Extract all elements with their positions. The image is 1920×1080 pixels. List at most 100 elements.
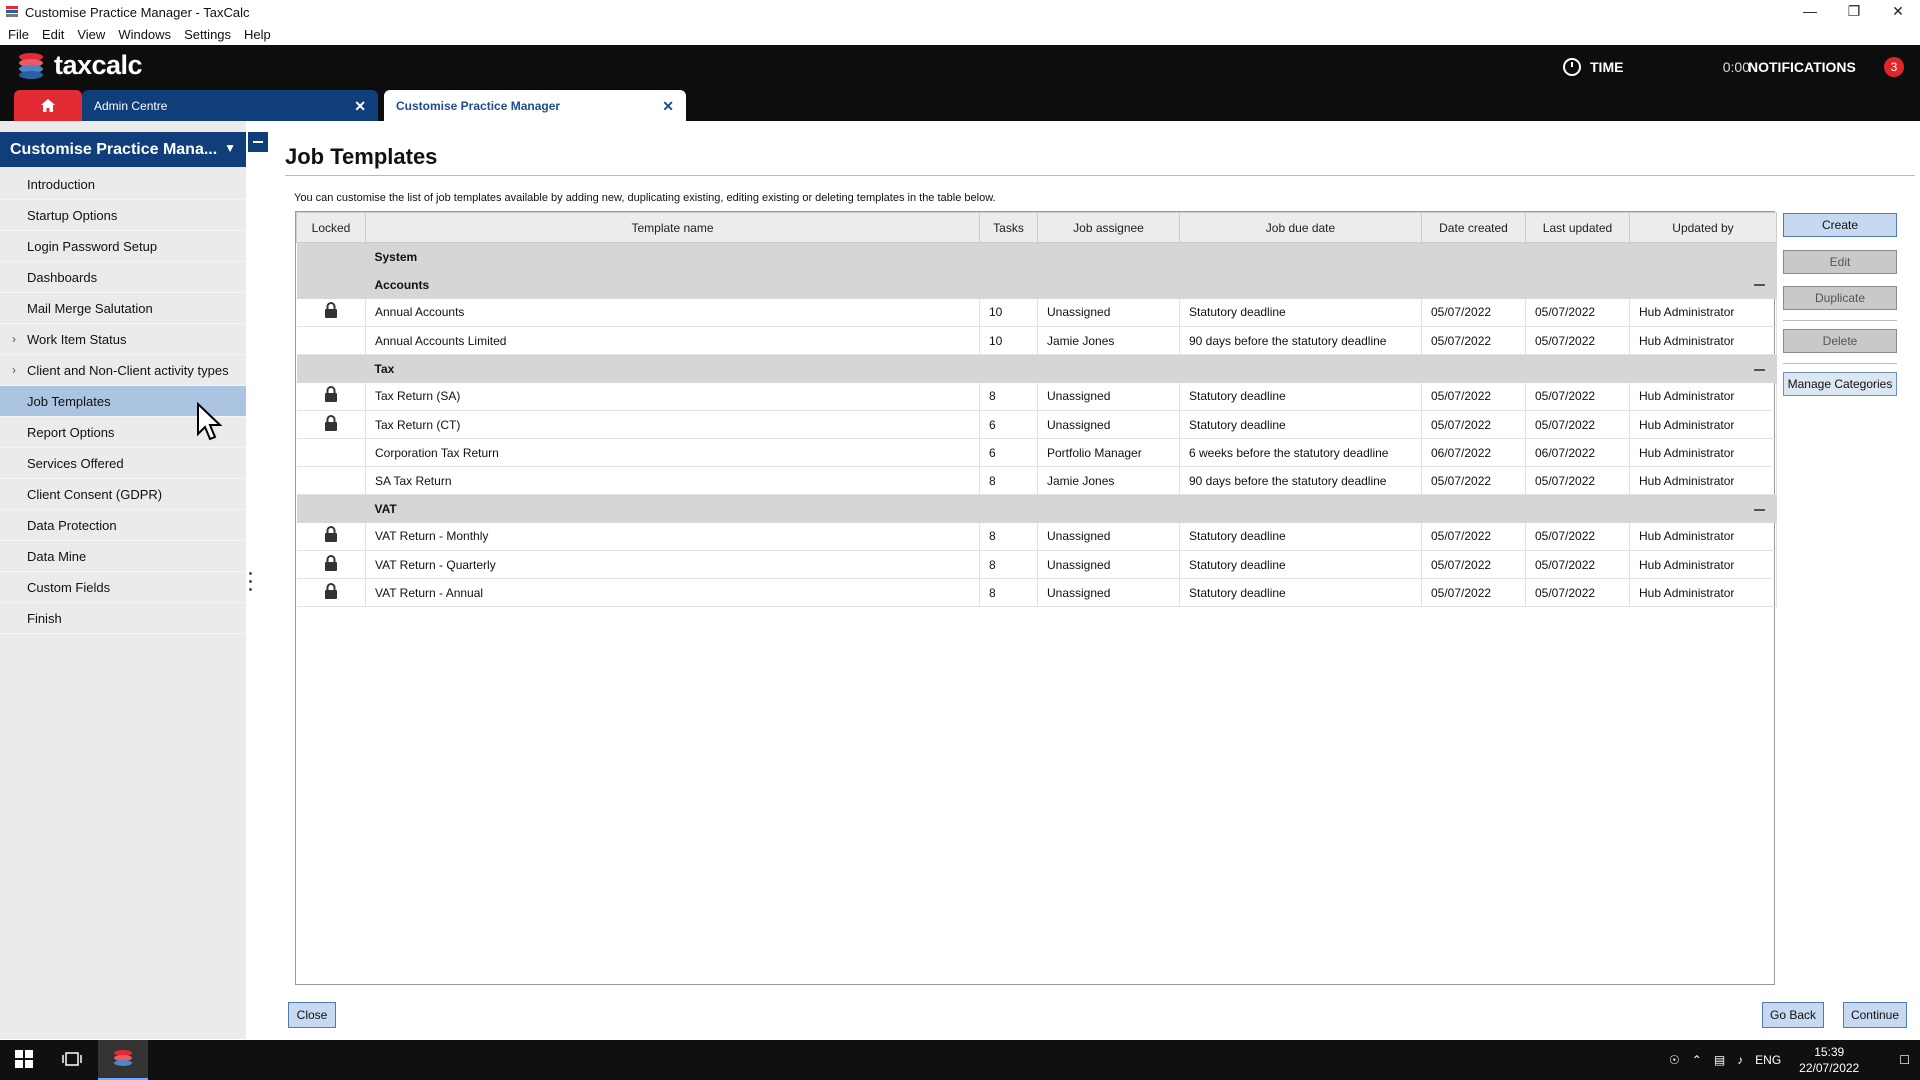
template-name-cell: VAT Return - Monthly [365,522,980,551]
duplicate-button[interactable]: Duplicate [1783,286,1897,310]
sidebar-item-finish[interactable]: Finish [0,603,246,634]
sidebar-title-dropdown[interactable]: Customise Practice Mana... ▼ [0,132,246,167]
table-row[interactable]: VAT Return - Quarterly 8 Unassigned Statuto… [296,550,1777,579]
notifications-badge: 3 [1884,57,1904,77]
sidebar-item-label: Client and Non-Client activity types [27,363,229,378]
taskbar-clock[interactable]: 15:39 22/07/2022 [1799,1044,1859,1076]
table-row[interactable]: Tax Return (CT) 6 Unassigned Statutory dead… [296,410,1777,439]
time-tracker[interactable]: TIME 0:00 [1562,57,1750,77]
table-row[interactable]: Tax Return (SA) 8 Unassigned Statutory dead… [296,382,1777,411]
clock-time: 15:39 [1814,1045,1845,1059]
last-updated-cell: 05/07/2022 [1525,410,1630,439]
language-indicator[interactable]: ENG [1755,1053,1781,1067]
sidebar-item-startup-options[interactable]: Startup Options [0,200,246,231]
sidebar-item-data-protection[interactable]: Data Protection [0,510,246,541]
menu-view[interactable]: View [77,27,105,42]
splitter-handle[interactable] [249,572,253,596]
edit-button[interactable]: Edit [1783,250,1897,274]
tab-close-icon[interactable]: ✕ [354,98,366,115]
table-row[interactable]: Corporation Tax Return 6 Portfolio Manager… [296,438,1777,467]
notification-center-icon[interactable]: ☐ [1899,1053,1910,1067]
sidebar-item-client-and-non-client-activity-types[interactable]: › Client and Non-Client activity types [0,355,246,386]
menu-file[interactable]: File [8,27,29,42]
sidebar-item-mail-merge-salutation[interactable]: Mail Merge Salutation [0,293,246,324]
group-label: Accounts [365,270,1630,299]
column-header-job-assignee[interactable]: Job assignee [1037,212,1180,243]
restore-icon[interactable]: ❐ [1832,0,1876,22]
close-button[interactable]: Close [288,1002,336,1028]
sidebar-item-introduction[interactable]: Introduction [0,169,246,200]
collapse-group-icon[interactable] [1629,270,1777,299]
task-view-icon[interactable] [62,1050,82,1068]
manage-categories-button[interactable]: Manage Categories [1783,372,1897,396]
tab-strip: Admin Centre ✕ Customise Practice Manage… [0,90,1920,121]
sidebar-item-label: Login Password Setup [27,239,158,254]
template-name-cell: Annual Accounts Limited [365,326,980,355]
table-row[interactable]: Annual Accounts Limited 10 Jamie Jones 90 d… [296,326,1777,355]
chevron-right-icon[interactable]: › [12,324,16,355]
network-icon[interactable]: ▤ [1714,1053,1725,1067]
tasks-cell: 6 [979,410,1038,439]
tab-home[interactable] [14,90,82,121]
collapse-group-icon[interactable] [1629,354,1777,383]
sidebar-item-login-password-setup[interactable]: Login Password Setup [0,231,246,262]
table-row[interactable]: VAT Return - Annual 8 Unassigned Statutory … [296,578,1777,607]
sidebar-item-label: Data Mine [27,549,87,564]
menu-edit[interactable]: Edit [42,27,64,42]
menu-help[interactable]: Help [244,27,271,42]
column-header-locked[interactable]: Locked [296,212,366,243]
system-tray: ☉ ⌃ ▤ ♪ ENG 15:39 22/07/2022 ☐ [1657,1040,1910,1080]
column-header-tasks[interactable]: Tasks [979,212,1038,243]
updated-by-cell: Hub Administrator [1629,466,1777,495]
updated-by-cell: Hub Administrator [1629,438,1777,467]
close-window-icon[interactable]: ✕ [1876,0,1920,22]
taskbar-taxcalc-app[interactable] [98,1040,148,1080]
column-header-updated-by[interactable]: Updated by [1629,212,1777,243]
table-row[interactable]: SA Tax Return 8 Jamie Jones 90 days before … [296,466,1777,495]
tab-admin-centre[interactable]: Admin Centre ✕ [82,90,378,121]
sidebar-item-work-item-status[interactable]: › Work Item Status [0,324,246,355]
page-title: Job Templates [285,144,438,169]
go-back-button[interactable]: Go Back [1762,1002,1824,1028]
tab-close-icon[interactable]: ✕ [662,98,674,115]
menu-windows[interactable]: Windows [118,27,171,42]
column-header-date-created[interactable]: Date created [1421,212,1526,243]
time-label: TIME [1590,59,1624,75]
chevron-up-icon[interactable]: ⌃ [1692,1053,1702,1067]
chevron-right-icon[interactable]: › [12,355,16,386]
menu-settings[interactable]: Settings [184,27,231,42]
table-row[interactable]: VAT Return - Monthly 8 Unassigned Statutory… [296,522,1777,551]
group-label: Tax [365,354,1630,383]
sidebar-item-services-offered[interactable]: Services Offered [0,448,246,479]
tab-customise-practice-manager[interactable]: Customise Practice Manager ✕ [384,90,686,121]
table-row[interactable]: Annual Accounts 10 Unassigned Statutory dea… [296,298,1777,327]
sidebar-item-dashboards[interactable]: Dashboards [0,262,246,293]
job-assignee-cell: Portfolio Manager [1037,438,1180,467]
sidebar-item-label: Finish [27,611,62,626]
continue-button[interactable]: Continue [1843,1002,1907,1028]
volume-icon[interactable]: ♪ [1737,1053,1743,1067]
create-button[interactable]: Create [1783,213,1897,237]
delete-button[interactable]: Delete [1783,329,1897,353]
notifications[interactable]: NOTIFICATIONS 3 [1748,57,1904,77]
collapse-group-icon[interactable] [1629,494,1777,523]
locked-cell [296,550,366,579]
column-header-last-updated[interactable]: Last updated [1525,212,1630,243]
lock-icon [324,302,338,322]
sidebar-collapse-button[interactable] [248,132,268,152]
sidebar-item-custom-fields[interactable]: Custom Fields [0,572,246,603]
sidebar-item-client-consent-gdpr[interactable]: Client Consent (GDPR) [0,479,246,510]
column-header-job-due-date[interactable]: Job due date [1179,212,1422,243]
column-header-template-name[interactable]: Template name [365,212,980,243]
updated-by-cell: Hub Administrator [1629,578,1777,607]
date-created-cell: 05/07/2022 [1421,550,1526,579]
minimize-icon[interactable]: — [1788,0,1832,22]
sidebar-item-label: Custom Fields [27,580,111,595]
notifications-label: NOTIFICATIONS [1748,59,1856,75]
group-row[interactable]: Tax [296,354,1777,383]
people-icon[interactable]: ☉ [1669,1053,1680,1067]
group-row[interactable]: VAT [296,494,1777,523]
sidebar-item-data-mine[interactable]: Data Mine [0,541,246,572]
windows-start-icon[interactable] [15,1050,33,1068]
group-row[interactable]: Accounts [296,270,1777,299]
